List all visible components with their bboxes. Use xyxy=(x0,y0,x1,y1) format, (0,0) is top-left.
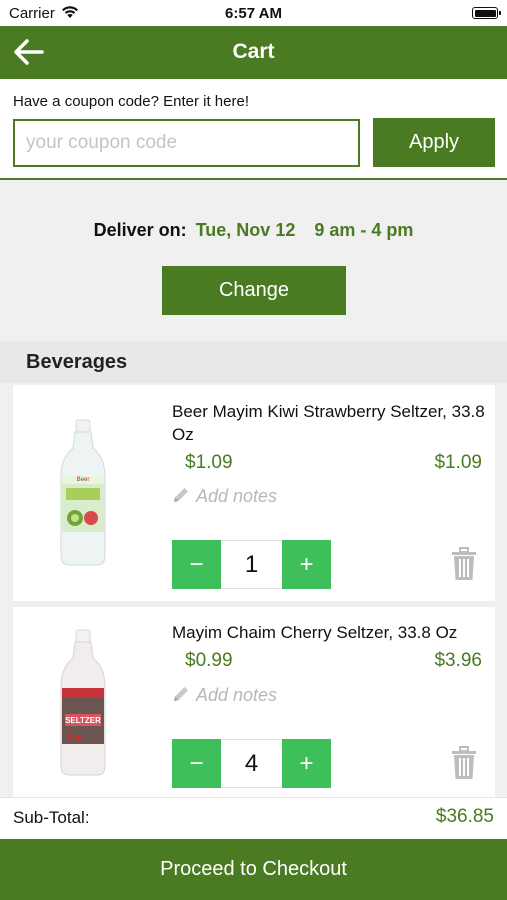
decrease-quantity-button[interactable]: − xyxy=(172,739,221,788)
cherry-seltzer-bottle: SELTZER xyxy=(60,629,106,776)
delivery-date: Tue, Nov 12 xyxy=(195,220,296,240)
item-name: Beer Mayim Kiwi Strawberry Seltzer, 33.8… xyxy=(172,402,485,444)
trash-icon[interactable] xyxy=(451,547,477,581)
trash-icon[interactable] xyxy=(451,746,477,780)
add-notes-button[interactable]: Add notes xyxy=(172,486,277,507)
status-time: 6:57 AM xyxy=(225,5,282,22)
item-name: Mayim Chaim Cherry Seltzer, 33.8 Oz xyxy=(172,623,458,642)
battery-icon xyxy=(472,7,501,19)
subtotal-label: Sub-Total: xyxy=(13,808,90,827)
item-unit-price: $0.99 xyxy=(185,650,233,671)
nav-bar: Cart xyxy=(0,26,507,79)
add-notes-button[interactable]: Add notes xyxy=(172,685,277,706)
svg-text:SELTZER: SELTZER xyxy=(65,716,101,725)
quantity-stepper: − 4 + xyxy=(172,739,331,788)
svg-text:Beer: Beer xyxy=(77,477,90,483)
category-header: Beverages xyxy=(0,341,507,383)
pencil-icon xyxy=(174,488,188,502)
category-title: Beverages xyxy=(26,351,128,373)
delivery-info: Deliver on: Tue, Nov 12 9 am - 4 pm xyxy=(0,220,507,241)
quantity-value[interactable]: 4 xyxy=(221,739,282,788)
increase-quantity-button[interactable]: + xyxy=(282,540,331,589)
item-unit-price: $1.09 xyxy=(185,452,233,473)
increase-quantity-button[interactable]: + xyxy=(282,739,331,788)
status-bar: Carrier 6:57 AM xyxy=(0,0,507,26)
subtotal-value: $36.85 xyxy=(435,806,494,827)
kiwi-strawberry-seltzer-bottle: Beer xyxy=(60,419,106,566)
add-notes-label: Add notes xyxy=(196,685,278,705)
coupon-prompt: Have a coupon code? Enter it here! xyxy=(13,93,249,110)
subtotal-bar: Sub-Total: $36.85 xyxy=(0,797,507,840)
proceed-to-checkout-button[interactable]: Proceed to Checkout xyxy=(0,839,507,900)
delivery-time-window: 9 am - 4 pm xyxy=(314,220,414,240)
quantity-value[interactable]: 1 xyxy=(221,540,282,589)
item-line-total: $1.09 xyxy=(434,452,482,473)
cart-item: SELTZER Mayim Chaim Cherry Seltzer, 33.8… xyxy=(13,607,495,797)
cart-item: Beer Beer Mayim Kiwi Strawberry Seltzer,… xyxy=(13,385,495,601)
coupon-section: Have a coupon code? Enter it here! Apply xyxy=(0,79,507,180)
page-title: Cart xyxy=(232,40,275,63)
item-line-total: $3.96 xyxy=(434,650,482,671)
add-notes-label: Add notes xyxy=(196,486,278,506)
pencil-icon xyxy=(174,687,188,701)
decrease-quantity-button[interactable]: − xyxy=(172,540,221,589)
coupon-code-input[interactable] xyxy=(13,119,360,167)
delivery-label: Deliver on: xyxy=(93,220,187,240)
quantity-stepper: − 1 + xyxy=(172,540,331,589)
change-delivery-button[interactable]: Change xyxy=(162,266,346,315)
apply-coupon-button[interactable]: Apply xyxy=(373,118,495,167)
